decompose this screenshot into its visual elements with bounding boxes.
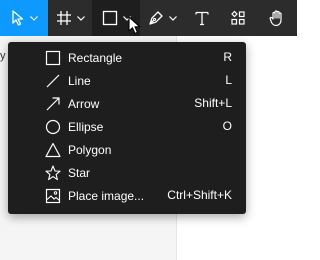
polygon-icon xyxy=(44,141,62,159)
menu-item-shortcut: R xyxy=(223,50,232,64)
ellipse-icon xyxy=(44,118,62,136)
rectangle-icon xyxy=(44,49,62,67)
menu-item-label: Line xyxy=(68,73,91,88)
menu-item-line[interactable]: Line L xyxy=(8,69,246,92)
app-window: y Rectangle R Line L Arrow Shift+L Ellip… xyxy=(0,0,297,260)
menu-item-label: Ellipse xyxy=(68,119,104,134)
shape-dropdown-menu: Rectangle R Line L Arrow Shift+L Ellipse… xyxy=(8,42,246,214)
chevron-down-icon[interactable] xyxy=(29,15,38,21)
menu-item-shortcut: Shift+L xyxy=(194,96,232,110)
text-icon xyxy=(194,10,210,26)
pen-tool-button[interactable] xyxy=(140,0,184,36)
line-icon xyxy=(44,72,62,90)
menu-item-polygon[interactable]: Polygon xyxy=(8,138,246,161)
move-tool-button[interactable] xyxy=(0,0,48,36)
chevron-down-icon[interactable] xyxy=(76,15,85,21)
mouse-cursor-icon xyxy=(128,16,142,36)
hand-icon xyxy=(268,9,286,27)
chevron-down-icon[interactable] xyxy=(168,15,177,21)
menu-item-place-image[interactable]: Place image... Ctrl+Shift+K xyxy=(8,184,246,207)
toolbar xyxy=(0,0,297,36)
resources-icon xyxy=(230,10,246,26)
resources-tool-button[interactable] xyxy=(220,0,256,36)
menu-item-ellipse[interactable]: Ellipse O xyxy=(8,115,246,138)
frame-tool-button[interactable] xyxy=(48,0,92,36)
move-cursor-icon xyxy=(11,10,25,26)
menu-item-star[interactable]: Star xyxy=(8,161,246,184)
menu-item-shortcut: Ctrl+Shift+K xyxy=(167,188,232,202)
left-panel-label: y xyxy=(0,50,6,62)
menu-item-label: Star xyxy=(68,165,91,180)
menu-item-label: Polygon xyxy=(68,142,112,157)
rectangle-icon xyxy=(102,10,118,26)
menu-item-rectangle[interactable]: Rectangle R xyxy=(8,46,246,69)
arrow-icon xyxy=(44,95,62,113)
frame-hash-icon xyxy=(56,10,72,26)
star-icon xyxy=(44,164,62,182)
text-tool-button[interactable] xyxy=(184,0,220,36)
image-icon xyxy=(44,187,62,205)
pen-icon xyxy=(148,10,164,26)
menu-item-shortcut: L xyxy=(225,73,232,87)
hand-tool-button[interactable] xyxy=(256,0,297,36)
menu-item-shortcut: O xyxy=(222,119,232,133)
menu-item-label: Rectangle xyxy=(68,50,123,65)
menu-item-arrow[interactable]: Arrow Shift+L xyxy=(8,92,246,115)
